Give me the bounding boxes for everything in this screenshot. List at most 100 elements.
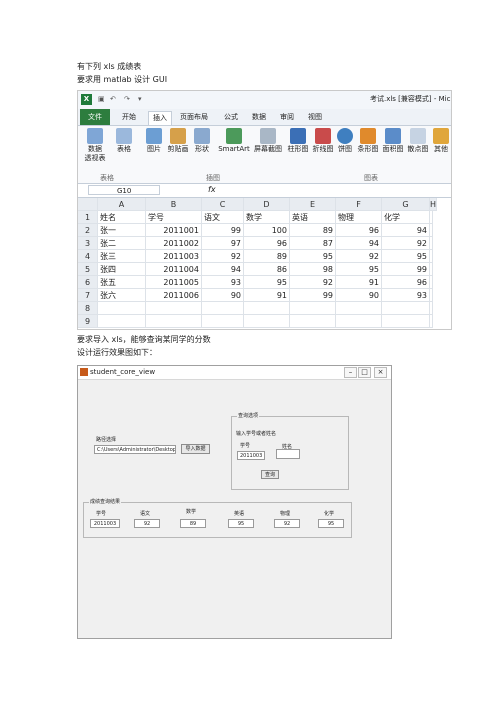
data-cell[interactable]: 97 — [202, 237, 244, 250]
data-cell[interactable]: 张四 — [98, 263, 146, 276]
data-cell[interactable]: 93 — [382, 289, 430, 302]
data-cell[interactable]: 92 — [382, 237, 430, 250]
data-cell[interactable]: 91 — [244, 289, 290, 302]
data-cell[interactable]: 95 — [290, 250, 336, 263]
data-cell[interactable]: 100 — [244, 224, 290, 237]
data-cell[interactable] — [430, 276, 433, 289]
tab-insert[interactable]: 插入 — [148, 111, 172, 125]
result-field[interactable]: 92 — [274, 519, 300, 528]
data-cell[interactable] — [430, 250, 433, 263]
row-header[interactable]: 2 — [78, 224, 98, 237]
table-button[interactable]: 表格 — [114, 128, 134, 154]
data-cell[interactable] — [430, 289, 433, 302]
pie-chart-button[interactable]: 饼图 — [336, 128, 354, 154]
data-cell[interactable] — [290, 302, 336, 315]
data-cell[interactable]: 90 — [202, 289, 244, 302]
data-cell[interactable] — [382, 302, 430, 315]
data-cell[interactable] — [98, 315, 146, 328]
picture-button[interactable]: 图片 — [144, 128, 164, 154]
column-chart-button[interactable]: 柱形图 — [286, 128, 310, 154]
data-cell[interactable]: 2011006 — [146, 289, 202, 302]
result-field[interactable]: 2011003 — [90, 519, 120, 528]
query-button[interactable]: 查询 — [261, 470, 279, 479]
redo-icon[interactable]: ↷ — [124, 95, 130, 103]
row-header[interactable]: 8 — [78, 302, 98, 315]
maximize-button[interactable]: □ — [358, 367, 371, 378]
name-box[interactable]: G10 — [88, 185, 160, 195]
header-cell[interactable]: 数学 — [244, 211, 290, 224]
close-button[interactable]: × — [374, 367, 387, 378]
tab-review[interactable]: 审阅 — [280, 111, 294, 124]
data-cell[interactable]: 94 — [382, 224, 430, 237]
data-cell[interactable]: 99 — [382, 263, 430, 276]
shapes-button[interactable]: 形状 — [192, 128, 212, 154]
pivot-table-button[interactable]: 数据 透视表 — [84, 128, 106, 163]
data-cell[interactable] — [98, 302, 146, 315]
column-header[interactable]: A — [98, 198, 146, 211]
column-header[interactable]: H — [430, 198, 438, 211]
data-cell[interactable]: 张六 — [98, 289, 146, 302]
data-cell[interactable]: 张五 — [98, 276, 146, 289]
data-cell[interactable]: 98 — [290, 263, 336, 276]
data-cell[interactable]: 张一 — [98, 224, 146, 237]
save-icon[interactable]: ▣ — [98, 95, 105, 103]
header-cell[interactable]: 化学 — [382, 211, 430, 224]
row-header[interactable]: 6 — [78, 276, 98, 289]
data-cell[interactable]: 95 — [336, 263, 382, 276]
data-cell[interactable] — [336, 302, 382, 315]
result-field[interactable]: 89 — [180, 519, 206, 528]
data-cell[interactable] — [430, 302, 433, 315]
data-cell[interactable] — [430, 263, 433, 276]
data-cell[interactable] — [244, 315, 290, 328]
data-cell[interactable]: 94 — [336, 237, 382, 250]
data-cell[interactable]: 2011004 — [146, 263, 202, 276]
data-cell[interactable]: 91 — [336, 276, 382, 289]
data-cell[interactable]: 92 — [290, 276, 336, 289]
data-cell[interactable] — [202, 302, 244, 315]
smartart-button[interactable]: SmartArt — [216, 128, 252, 154]
data-cell[interactable]: 90 — [336, 289, 382, 302]
data-cell[interactable] — [146, 302, 202, 315]
row-header[interactable]: 9 — [78, 315, 98, 328]
other-chart-button[interactable]: 其他 — [431, 128, 451, 154]
data-cell[interactable]: 95 — [382, 250, 430, 263]
bar-chart-button[interactable]: 条形图 — [356, 128, 380, 154]
data-cell[interactable]: 89 — [290, 224, 336, 237]
data-cell[interactable] — [336, 315, 382, 328]
data-cell[interactable] — [202, 315, 244, 328]
data-cell[interactable] — [430, 224, 433, 237]
data-cell[interactable]: 93 — [202, 276, 244, 289]
data-cell[interactable]: 99 — [290, 289, 336, 302]
data-cell[interactable] — [146, 315, 202, 328]
header-cell[interactable] — [430, 211, 433, 224]
data-cell[interactable]: 92 — [202, 250, 244, 263]
data-cell[interactable] — [430, 315, 433, 328]
data-cell[interactable]: 张三 — [98, 250, 146, 263]
tab-view[interactable]: 视图 — [308, 111, 322, 124]
data-cell[interactable]: 96 — [336, 224, 382, 237]
data-cell[interactable] — [244, 302, 290, 315]
id-input[interactable]: 2011003 — [237, 451, 265, 460]
header-cell[interactable]: 英语 — [290, 211, 336, 224]
row-header[interactable]: 4 — [78, 250, 98, 263]
data-cell[interactable] — [382, 315, 430, 328]
column-header[interactable]: G — [382, 198, 430, 211]
header-cell[interactable]: 姓名 — [98, 211, 146, 224]
tab-formulas[interactable]: 公式 — [224, 111, 238, 124]
fx-icon[interactable]: fx — [208, 185, 216, 194]
data-cell[interactable]: 94 — [202, 263, 244, 276]
data-cell[interactable]: 96 — [244, 237, 290, 250]
column-header[interactable]: D — [244, 198, 290, 211]
header-cell[interactable]: 学号 — [146, 211, 202, 224]
data-cell[interactable]: 2011002 — [146, 237, 202, 250]
data-cell[interactable]: 2011005 — [146, 276, 202, 289]
line-chart-button[interactable]: 折线图 — [311, 128, 335, 154]
tab-home[interactable]: 开始 — [122, 111, 136, 124]
clipart-button[interactable]: 剪贴画 — [166, 128, 190, 154]
column-header[interactable]: F — [336, 198, 382, 211]
data-cell[interactable]: 95 — [244, 276, 290, 289]
select-all-corner[interactable] — [78, 198, 98, 211]
data-cell[interactable] — [430, 237, 433, 250]
scatter-chart-button[interactable]: 散点图 — [406, 128, 430, 154]
column-header[interactable]: E — [290, 198, 336, 211]
